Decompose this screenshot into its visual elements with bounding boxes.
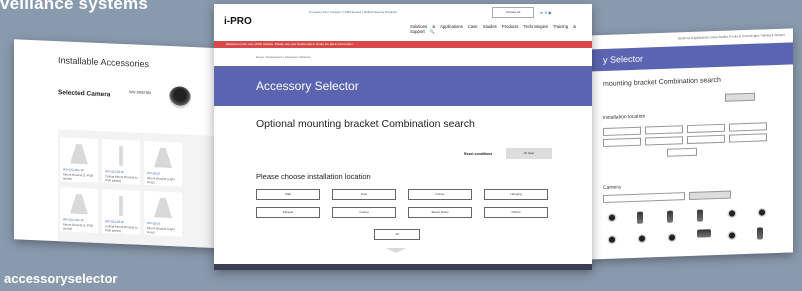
accessory-tile[interactable]: WV-QCL501-W Mount Bracket (L-PSB series) xyxy=(60,187,98,233)
pole-bracket-icon xyxy=(112,146,130,167)
tile-model: WV-Q105 xyxy=(147,221,161,226)
installable-accessories-title: Installable Accessories xyxy=(58,55,150,70)
reset-conditions-label: Reset conditions xyxy=(464,152,493,156)
scroll-down-icon xyxy=(386,248,406,253)
dome-camera-icon[interactable] xyxy=(757,207,767,218)
location-ceiling-button[interactable]: Ceiling xyxy=(332,207,396,218)
left-screenshot: Installable Accessories Selected Camera … xyxy=(14,39,232,249)
footer-bar xyxy=(214,264,592,270)
right-camera-search-input[interactable] xyxy=(603,192,685,204)
right-location-option[interactable] xyxy=(687,123,725,134)
background-title: veillance systems xyxy=(0,0,148,13)
right-location-option[interactable] xyxy=(729,122,767,132)
bullet-camera-icon[interactable] xyxy=(667,210,673,223)
tile-desc: Mount Bracket (L-PSB series) xyxy=(63,172,93,181)
tile-desc: Ceiling Mount Bracket (L-PSB series) xyxy=(105,224,139,233)
tile-desc: Mount Bracket (Light Gray) xyxy=(147,226,175,235)
pole-bracket-icon xyxy=(112,196,130,217)
bullet-camera-icon[interactable] xyxy=(697,209,703,222)
tile-desc: Mount Bracket (Light Gray) xyxy=(147,176,175,185)
camera-model: WV-X8570N xyxy=(129,89,152,96)
tile-desc: Mount Bracket (L-PSB series) xyxy=(63,222,93,231)
location-hanging-button[interactable]: Hanging xyxy=(484,189,548,200)
selected-camera-label: Selected Camera xyxy=(58,89,111,99)
accessory-tile[interactable]: WV-QCL501-W Mount Bracket (L-PSB series) xyxy=(60,137,98,183)
dome-camera-icon[interactable] xyxy=(607,212,617,223)
accessory-grid: WV-QCL501-W Mount Bracket (L-PSB series) … xyxy=(58,129,232,249)
right-location-option[interactable] xyxy=(645,136,683,146)
main-nav[interactable]: Solutions & Applications Case Studies Pr… xyxy=(410,24,592,35)
right-all-button[interactable] xyxy=(667,147,697,157)
location-mount-down-button[interactable]: Mount Down xyxy=(408,207,472,218)
background-caption: accessoryselector xyxy=(4,271,118,286)
ipro-logo[interactable]: i-PRO xyxy=(224,16,252,27)
right-location-option[interactable] xyxy=(603,126,641,137)
right-subtitle: mounting bracket Combination search xyxy=(603,76,721,89)
bracket-icon xyxy=(70,144,88,165)
bracket-icon xyxy=(70,194,88,215)
location-wall-button[interactable]: Wall xyxy=(256,189,320,200)
tile-desc: Ceiling Mount Bracket (L-PSB series) xyxy=(105,174,139,183)
location-others-button[interactable]: Others xyxy=(484,207,548,218)
section-title: Optional mounting bracket Combination se… xyxy=(256,118,475,130)
accessory-tile[interactable]: WV-Q105 Mount Bracket (Light Gray) xyxy=(144,190,182,237)
right-location-option[interactable] xyxy=(729,133,767,143)
accessory-tile[interactable]: WV-Q121B-W Ceiling Mount Bracket (L-PSB s… xyxy=(102,139,140,185)
accessory-tile[interactable]: WV-Q105 Mount Bracket (Light Gray) xyxy=(144,140,182,187)
right-camera-label: Camera xyxy=(603,184,621,192)
tile-model: WV-Q121B-W xyxy=(105,169,124,175)
right-location-option[interactable] xyxy=(645,125,683,135)
notice-bar: Welcome to the new i-PRO website. Please… xyxy=(214,41,592,48)
top-links[interactable]: Company Info | Careers | i-PRO Events | … xyxy=(309,10,397,14)
right-reset-button[interactable] xyxy=(725,92,755,102)
contact-button[interactable]: Contact Us xyxy=(492,7,534,18)
dome-camera-icon[interactable] xyxy=(727,208,737,219)
dome-camera-icon[interactable] xyxy=(667,232,677,243)
main-screenshot: i-PRO Company Info | Careers | i-PRO Eve… xyxy=(214,4,592,270)
right-location-option[interactable] xyxy=(687,134,725,145)
location-all-button[interactable]: All xyxy=(374,229,420,240)
location-corner-button[interactable]: Corner xyxy=(408,189,472,200)
location-pole-button[interactable]: Pole xyxy=(332,189,396,200)
tile-model: WV-Q121B-W xyxy=(105,219,124,225)
dome-camera-icon xyxy=(169,86,191,109)
right-screenshot: Solutions & Applications Case Studies Pr… xyxy=(585,28,793,260)
all-clear-button[interactable]: All clear xyxy=(506,148,552,159)
right-camera-search-button[interactable] xyxy=(689,190,731,200)
box-camera-icon[interactable] xyxy=(697,229,711,238)
dome-camera-icon[interactable] xyxy=(607,234,617,245)
right-banner: y Selector xyxy=(585,42,793,72)
location-parapet-button[interactable]: Parapet xyxy=(256,207,320,218)
page-title: Accessory Selector xyxy=(214,66,592,106)
dome-camera-icon[interactable] xyxy=(637,233,647,244)
bracket-icon xyxy=(154,197,172,218)
tile-model: WV-Q105 xyxy=(147,171,161,176)
bullet-camera-icon[interactable] xyxy=(637,211,643,224)
social-icons[interactable]: in ✕ ▶ xyxy=(540,10,552,15)
breadcrumb[interactable]: Home / Accessories / Accessory Selector xyxy=(256,55,311,59)
accessory-tile[interactable]: WV-Q121B-W Ceiling Mount Bracket (L-PSB s… xyxy=(102,189,140,235)
dome-camera-icon[interactable] xyxy=(727,230,737,241)
right-location-option[interactable] xyxy=(603,137,641,148)
bullet-camera-icon[interactable] xyxy=(757,227,763,240)
location-heading: Please choose installation location xyxy=(256,172,371,181)
bracket-icon xyxy=(154,147,172,168)
right-location-label: installation location xyxy=(603,113,646,122)
